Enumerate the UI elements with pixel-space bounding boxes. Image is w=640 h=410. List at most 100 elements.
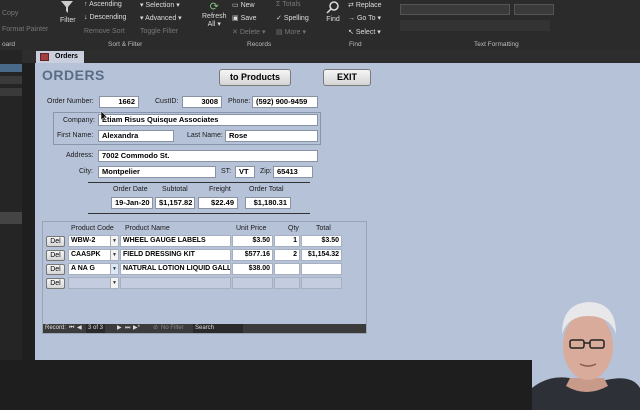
form-icon	[40, 53, 49, 61]
delete-row-button[interactable]: Del	[46, 278, 65, 289]
subtotal-label: Subtotal	[162, 186, 188, 193]
chevron-down-icon[interactable]: ▼	[110, 236, 118, 246]
product-name-field[interactable]: FIELD DRESSING KIT	[120, 249, 231, 261]
subtotal-field: $1,157.82	[155, 197, 195, 209]
search-input[interactable]: Search	[193, 324, 243, 333]
order-number-label: Order Number:	[47, 98, 94, 105]
exit-button[interactable]: EXIT	[323, 69, 371, 86]
nav-pane-item[interactable]	[0, 64, 22, 72]
spelling-label: Spelling	[283, 15, 309, 22]
delete-record-button[interactable]: ✕ Delete ▾	[232, 28, 266, 36]
nav-pane-item[interactable]	[0, 212, 22, 224]
navigation-pane[interactable]	[0, 50, 22, 360]
city-label: City:	[79, 168, 93, 175]
unit-price-field[interactable]	[232, 277, 273, 289]
order-date-field[interactable]: 19-Jan-20	[111, 197, 153, 209]
address-field[interactable]: 7002 Commodo St.	[98, 150, 318, 162]
first-record-icon[interactable]: ⏮	[69, 324, 74, 333]
form-title: ORDERS	[42, 67, 105, 83]
toggle-filter-button[interactable]: Toggle Filter	[140, 28, 178, 35]
totals-button[interactable]: Σ Totals	[276, 1, 301, 8]
state-field[interactable]: VT	[235, 166, 255, 178]
nav-pane-item[interactable]	[0, 88, 22, 96]
line-total-field	[301, 277, 342, 289]
line-total-field: $3.50	[301, 235, 342, 247]
col-header-qty: Qty	[288, 225, 299, 232]
phone-field[interactable]: (592) 900-9459	[252, 96, 318, 108]
custid-field[interactable]: 3008	[182, 96, 222, 108]
goto-button[interactable]: → Go To ▾	[348, 14, 381, 22]
new-label: New	[240, 2, 255, 9]
city-field[interactable]: Montpelier	[98, 166, 216, 178]
select-button[interactable]: ↖ Select ▾	[348, 28, 381, 36]
product-name-field[interactable]	[120, 277, 231, 289]
freight-field[interactable]: $22.49	[198, 197, 238, 209]
table-row: Del WBW-2 ▼ WHEEL GAUGE LABELS $3.50 1 $…	[43, 235, 366, 249]
descending-button[interactable]: ↓ Descending	[84, 14, 126, 21]
unit-price-field[interactable]: $577.16	[232, 249, 273, 261]
company-field[interactable]: Etiam Risus Quisque Associates	[98, 114, 318, 126]
tab-orders[interactable]: Orders	[36, 51, 84, 63]
next-record-icon[interactable]: ▶	[117, 324, 122, 333]
order-number-field[interactable]: 1662	[99, 96, 139, 108]
totals-label: Totals	[282, 1, 301, 8]
last-name-label: Last Name:	[187, 132, 223, 139]
font-size-dropdown[interactable]	[514, 4, 554, 15]
qty-field[interactable]	[274, 263, 300, 275]
spelling-button[interactable]: ✓ Spelling	[276, 14, 309, 22]
order-date-label: Order Date	[113, 186, 148, 193]
first-name-field[interactable]: Alexandra	[98, 130, 174, 142]
more-button[interactable]: ▤ More ▾	[276, 28, 306, 36]
delete-row-button[interactable]: Del	[46, 264, 65, 275]
chevron-down-icon[interactable]: ▼	[110, 278, 118, 288]
to-products-button[interactable]: to Products	[219, 69, 291, 86]
formatting-toolbar[interactable]	[400, 20, 550, 31]
table-row: Del CAASPK ▼ FIELD DRESSING KIT $577.16 …	[43, 249, 366, 263]
delete-row-button[interactable]: Del	[46, 236, 65, 247]
product-name-field[interactable]: WHEEL GAUGE LABELS	[120, 235, 231, 247]
prev-record-icon[interactable]: ◀	[77, 324, 82, 333]
last-record-icon[interactable]: ⏭	[125, 324, 130, 333]
last-name-field[interactable]: Rose	[225, 130, 318, 142]
delete-row-button[interactable]: Del	[46, 250, 65, 261]
company-label: Company:	[63, 117, 95, 124]
new-record-button[interactable]: ▭ New	[232, 1, 255, 9]
save-record-button[interactable]: ▣ Save	[232, 14, 257, 22]
chevron-down-icon[interactable]: ▼	[110, 250, 118, 260]
custid-label: CustID:	[155, 98, 179, 105]
qty-field[interactable]: 2	[274, 249, 300, 261]
refresh-all-label: All ▾	[207, 21, 221, 28]
filter-button[interactable]: Filter	[60, 0, 76, 24]
format-painter-button[interactable]: Format Painter	[2, 26, 48, 33]
new-record-icon[interactable]: ▶*	[133, 324, 140, 333]
remove-sort-button[interactable]: Remove Sort	[84, 28, 125, 35]
selection-button[interactable]: ▾ Selection ▾	[140, 1, 180, 9]
chevron-down-icon[interactable]: ▼	[110, 264, 118, 274]
qty-field[interactable]: 1	[274, 235, 300, 247]
nav-pane-item[interactable]	[0, 76, 22, 84]
replace-button[interactable]: ⇄ Replace	[348, 1, 382, 9]
first-name-label: First Name:	[57, 132, 94, 139]
unit-price-field[interactable]: $3.50	[232, 235, 273, 247]
find-group-label: Find	[349, 41, 362, 48]
refresh-button[interactable]: ⟳ Refresh All ▾	[202, 0, 227, 28]
copy-button[interactable]: Copy	[2, 10, 18, 17]
line-total-field	[301, 263, 342, 275]
record-position[interactable]: 3 of 3	[86, 324, 106, 333]
zip-field[interactable]: 65413	[273, 166, 313, 178]
font-name-dropdown[interactable]	[400, 4, 510, 15]
ascending-label: Ascending	[89, 1, 122, 8]
sort-filter-group-label: Sort & Filter	[108, 41, 143, 48]
filter-status[interactable]: No Filter	[161, 324, 184, 333]
divider	[88, 182, 310, 183]
document-area: Orders ORDERS to Products EXIT Order Num…	[22, 50, 640, 410]
find-button[interactable]: Find	[326, 0, 340, 23]
qty-field[interactable]	[274, 277, 300, 289]
product-name-field[interactable]: NATURAL LOTION LIQUID GALL	[120, 263, 231, 275]
advanced-button[interactable]: ▾ Advanced ▾	[140, 14, 182, 22]
state-label: ST:	[221, 168, 232, 175]
ascending-button[interactable]: ↑ Ascending	[84, 1, 122, 8]
unit-price-field[interactable]: $38.00	[232, 263, 273, 275]
replace-label: Replace	[355, 2, 382, 9]
text-formatting-group-label: Text Formatting	[474, 41, 519, 48]
